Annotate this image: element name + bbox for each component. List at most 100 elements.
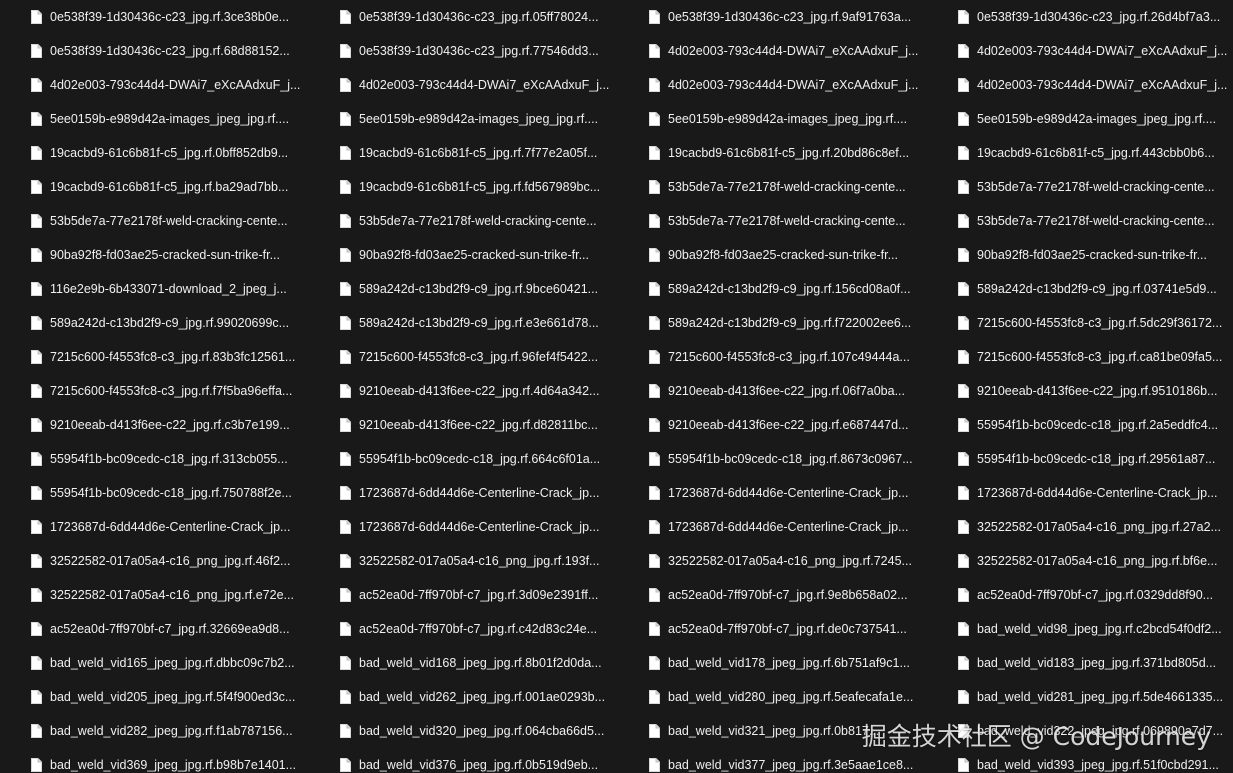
file-item[interactable]: bad_weld_vid377_jpeg_jpg.rf.3e5aae1ce8..… [618, 748, 927, 773]
file-item[interactable]: ac52ea0d-7ff970bf-c7_jpg.rf.0329dd8f90..… [927, 578, 1233, 612]
file-item[interactable]: 32522582-017a05a4-c16_png_jpg.rf.193f... [309, 544, 618, 578]
file-item[interactable]: 9210eeab-d413f6ee-c22_jpg.rf.9510186b... [927, 374, 1233, 408]
file-item[interactable]: 32522582-017a05a4-c16_png_jpg.rf.bf6e... [927, 544, 1233, 578]
file-name: 9210eeab-d413f6ee-c22_jpg.rf.4d64a342... [359, 384, 600, 398]
file-item[interactable]: 1723687d-6dd44d6e-Centerline-Crack_jp... [618, 510, 927, 544]
file-item[interactable]: 7215c600-f4553fc8-c3_jpg.rf.96fef4f5422.… [309, 340, 618, 374]
file-item[interactable]: 4d02e003-793c44d4-DWAi7_eXcAAdxuF_j... [618, 68, 927, 102]
file-item[interactable]: 5ee0159b-e989d42a-images_jpeg_jpg.rf.... [927, 102, 1233, 136]
file-item[interactable]: 55954f1b-bc09cedc-c18_jpg.rf.750788f2e..… [0, 476, 309, 510]
file-item[interactable]: 32522582-017a05a4-c16_png_jpg.rf.e72e... [0, 578, 309, 612]
file-item[interactable]: 7215c600-f4553fc8-c3_jpg.rf.83b3fc12561.… [0, 340, 309, 374]
file-item[interactable]: 7215c600-f4553fc8-c3_jpg.rf.5dc29f36172.… [927, 306, 1233, 340]
file-item[interactable]: 32522582-017a05a4-c16_png_jpg.rf.46f2... [0, 544, 309, 578]
file-item[interactable]: 90ba92f8-fd03ae25-cracked-sun-trike-fr..… [927, 238, 1233, 272]
file-item[interactable]: 4d02e003-793c44d4-DWAi7_eXcAAdxuF_j... [618, 34, 927, 68]
file-item[interactable]: 589a242d-c13bd2f9-c9_jpg.rf.99020699c... [0, 306, 309, 340]
file-item[interactable]: 55954f1b-bc09cedc-c18_jpg.rf.8673c0967..… [618, 442, 927, 476]
file-item[interactable]: 589a242d-c13bd2f9-c9_jpg.rf.f722002ee6..… [618, 306, 927, 340]
file-item[interactable]: 9210eeab-d413f6ee-c22_jpg.rf.06f7a0ba... [618, 374, 927, 408]
file-item[interactable]: 1723687d-6dd44d6e-Centerline-Crack_jp... [309, 510, 618, 544]
file-item[interactable]: 0e538f39-1d30436c-c23_jpg.rf.05ff78024..… [309, 0, 618, 34]
file-item[interactable]: bad_weld_vid376_jpeg_jpg.rf.0b519d9eb... [309, 748, 618, 773]
file-item[interactable]: 0e538f39-1d30436c-c23_jpg.rf.9af91763a..… [618, 0, 927, 34]
file-item[interactable]: bad_weld_vid183_jpeg_jpg.rf.371bd805d... [927, 646, 1233, 680]
file-item[interactable]: ac52ea0d-7ff970bf-c7_jpg.rf.9e8b658a02..… [618, 578, 927, 612]
file-icon [958, 656, 969, 670]
file-item[interactable]: bad_weld_vid280_jpeg_jpg.rf.5eafecafa1e.… [618, 680, 927, 714]
file-item[interactable]: bad_weld_vid178_jpeg_jpg.rf.6b751af9c1..… [618, 646, 927, 680]
file-item[interactable]: bad_weld_vid262_jpeg_jpg.rf.001ae0293b..… [309, 680, 618, 714]
file-item[interactable]: 7215c600-f4553fc8-c3_jpg.rf.107c49444a..… [618, 340, 927, 374]
file-item[interactable]: ac52ea0d-7ff970bf-c7_jpg.rf.de0c737541..… [618, 612, 927, 646]
file-item[interactable]: 1723687d-6dd44d6e-Centerline-Crack_jp... [0, 510, 309, 544]
file-item[interactable]: 53b5de7a-77e2178f-weld-cracking-cente... [927, 204, 1233, 238]
file-item[interactable]: bad_weld_vid321_jpeg_jpg.rf.0b817... [618, 714, 927, 748]
file-item[interactable]: 589a242d-c13bd2f9-c9_jpg.rf.156cd08a0f..… [618, 272, 927, 306]
file-item[interactable]: 7215c600-f4553fc8-c3_jpg.rf.ca81be09fa5.… [927, 340, 1233, 374]
file-item[interactable]: bad_weld_vid322_jpeg_jpg.rf.069890a7d7..… [927, 714, 1233, 748]
file-item[interactable]: bad_weld_vid205_jpeg_jpg.rf.5f4f900ed3c.… [0, 680, 309, 714]
file-item[interactable]: 53b5de7a-77e2178f-weld-cracking-cente... [618, 170, 927, 204]
file-item[interactable]: 5ee0159b-e989d42a-images_jpeg_jpg.rf.... [309, 102, 618, 136]
file-name: 1723687d-6dd44d6e-Centerline-Crack_jp... [50, 520, 291, 534]
file-item[interactable]: 19cacbd9-61c6b81f-c5_jpg.rf.fd567989bc..… [309, 170, 618, 204]
file-item[interactable]: 4d02e003-793c44d4-DWAi7_eXcAAdxuF_j... [927, 34, 1233, 68]
file-item[interactable]: 9210eeab-d413f6ee-c22_jpg.rf.d82811bc... [309, 408, 618, 442]
file-item[interactable]: 53b5de7a-77e2178f-weld-cracking-cente... [0, 204, 309, 238]
file-item[interactable]: ac52ea0d-7ff970bf-c7_jpg.rf.32669ea9d8..… [0, 612, 309, 646]
file-item[interactable]: 0e538f39-1d30436c-c23_jpg.rf.3ce38b0e... [0, 0, 309, 34]
file-icon [649, 724, 660, 738]
file-item[interactable]: 5ee0159b-e989d42a-images_jpeg_jpg.rf.... [0, 102, 309, 136]
file-item[interactable]: 55954f1b-bc09cedc-c18_jpg.rf.2a5eddfc4..… [927, 408, 1233, 442]
file-item[interactable]: 9210eeab-d413f6ee-c22_jpg.rf.4d64a342... [309, 374, 618, 408]
file-item[interactable]: bad_weld_vid98_jpeg_jpg.rf.c2bcd54f0df2.… [927, 612, 1233, 646]
file-item[interactable]: 90ba92f8-fd03ae25-cracked-sun-trike-fr..… [309, 238, 618, 272]
file-item[interactable]: 90ba92f8-fd03ae25-cracked-sun-trike-fr..… [0, 238, 309, 272]
file-item[interactable]: 1723687d-6dd44d6e-Centerline-Crack_jp... [618, 476, 927, 510]
file-item[interactable]: bad_weld_vid393_jpeg_jpg.rf.51f0cbd291..… [927, 748, 1233, 773]
file-item[interactable]: 116e2e9b-6b433071-download_2_jpeg_j... [0, 272, 309, 306]
file-item[interactable]: ac52ea0d-7ff970bf-c7_jpg.rf.3d09e2391ff.… [309, 578, 618, 612]
file-item[interactable]: bad_weld_vid320_jpeg_jpg.rf.064cba66d5..… [309, 714, 618, 748]
file-item[interactable]: bad_weld_vid168_jpeg_jpg.rf.8b01f2d0da..… [309, 646, 618, 680]
file-item[interactable]: 19cacbd9-61c6b81f-c5_jpg.rf.0bff852db9..… [0, 136, 309, 170]
file-item[interactable]: 53b5de7a-77e2178f-weld-cracking-cente... [927, 170, 1233, 204]
file-item[interactable]: 589a242d-c13bd2f9-c9_jpg.rf.9bce60421... [309, 272, 618, 306]
file-item[interactable]: bad_weld_vid281_jpeg_jpg.rf.5de4661335..… [927, 680, 1233, 714]
file-item[interactable]: 55954f1b-bc09cedc-c18_jpg.rf.29561a87... [927, 442, 1233, 476]
file-item[interactable]: 589a242d-c13bd2f9-c9_jpg.rf.03741e5d9... [927, 272, 1233, 306]
file-item[interactable]: 4d02e003-793c44d4-DWAi7_eXcAAdxuF_j... [0, 68, 309, 102]
file-item[interactable]: 0e538f39-1d30436c-c23_jpg.rf.77546dd3... [309, 34, 618, 68]
file-item[interactable]: 5ee0159b-e989d42a-images_jpeg_jpg.rf.... [618, 102, 927, 136]
file-item[interactable]: ac52ea0d-7ff970bf-c7_jpg.rf.c42d83c24e..… [309, 612, 618, 646]
file-item[interactable]: 589a242d-c13bd2f9-c9_jpg.rf.e3e661d78... [309, 306, 618, 340]
file-item[interactable]: 53b5de7a-77e2178f-weld-cracking-cente... [309, 204, 618, 238]
file-item[interactable]: 9210eeab-d413f6ee-c22_jpg.rf.c3b7e199... [0, 408, 309, 442]
file-item[interactable]: 19cacbd9-61c6b81f-c5_jpg.rf.20bd86c8ef..… [618, 136, 927, 170]
file-item[interactable]: 19cacbd9-61c6b81f-c5_jpg.rf.7f77e2a05f..… [309, 136, 618, 170]
file-item[interactable]: 53b5de7a-77e2178f-weld-cracking-cente... [618, 204, 927, 238]
file-item[interactable]: 7215c600-f4553fc8-c3_jpg.rf.f7f5ba96effa… [0, 374, 309, 408]
file-item[interactable]: 1723687d-6dd44d6e-Centerline-Crack_jp... [927, 476, 1233, 510]
file-item[interactable]: 9210eeab-d413f6ee-c22_jpg.rf.e687447d... [618, 408, 927, 442]
file-item[interactable]: bad_weld_vid369_jpeg_jpg.rf.b98b7e1401..… [0, 748, 309, 773]
file-item[interactable]: 0e538f39-1d30436c-c23_jpg.rf.26d4bf7a3..… [927, 0, 1233, 34]
file-item[interactable]: 19cacbd9-61c6b81f-c5_jpg.rf.443cbb0b6... [927, 136, 1233, 170]
file-icon [31, 78, 42, 92]
file-item[interactable]: 90ba92f8-fd03ae25-cracked-sun-trike-fr..… [618, 238, 927, 272]
file-item[interactable]: 55954f1b-bc09cedc-c18_jpg.rf.664c6f01a..… [309, 442, 618, 476]
file-item[interactable]: 19cacbd9-61c6b81f-c5_jpg.rf.ba29ad7bb... [0, 170, 309, 204]
file-item[interactable]: 4d02e003-793c44d4-DWAi7_eXcAAdxuF_j... [309, 68, 618, 102]
file-item[interactable]: bad_weld_vid282_jpeg_jpg.rf.f1ab787156..… [0, 714, 309, 748]
file-item[interactable]: bad_weld_vid165_jpeg_jpg.rf.dbbc09c7b2..… [0, 646, 309, 680]
file-name: 55954f1b-bc09cedc-c18_jpg.rf.313cb055... [50, 452, 288, 466]
file-item[interactable]: 32522582-017a05a4-c16_png_jpg.rf.27a2... [927, 510, 1233, 544]
file-item[interactable]: 55954f1b-bc09cedc-c18_jpg.rf.313cb055... [0, 442, 309, 476]
file-name: 32522582-017a05a4-c16_png_jpg.rf.e72e... [50, 588, 294, 602]
file-item[interactable]: 1723687d-6dd44d6e-Centerline-Crack_jp... [309, 476, 618, 510]
file-item[interactable]: 32522582-017a05a4-c16_png_jpg.rf.7245... [618, 544, 927, 578]
file-item[interactable]: 4d02e003-793c44d4-DWAi7_eXcAAdxuF_j... [927, 68, 1233, 102]
file-item[interactable]: 0e538f39-1d30436c-c23_jpg.rf.68d88152... [0, 34, 309, 68]
file-icon [340, 316, 351, 330]
